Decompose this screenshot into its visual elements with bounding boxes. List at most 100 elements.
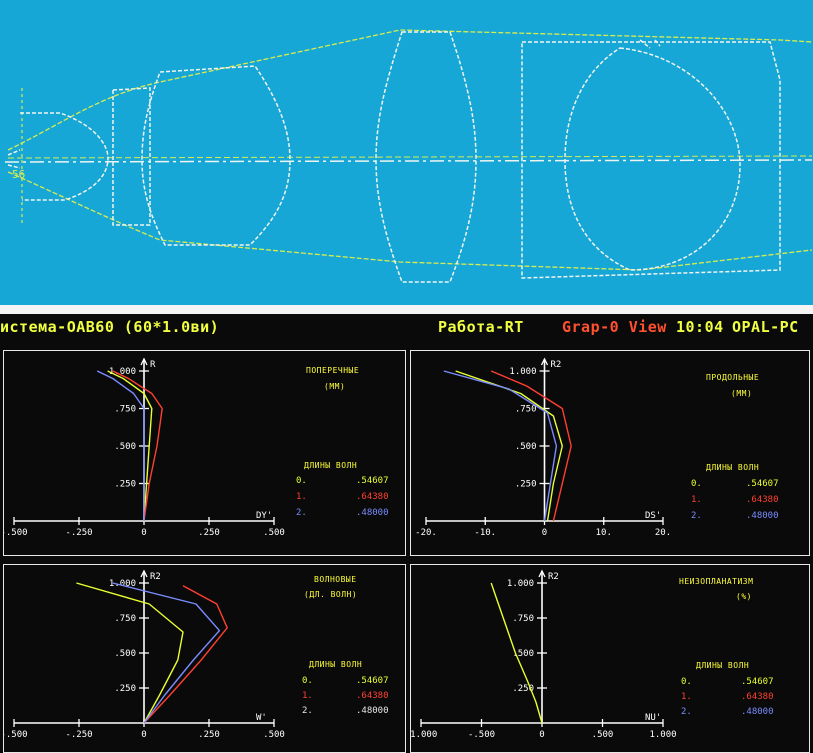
x-tick-label: 0 <box>141 730 146 740</box>
x-tick-label: -.500 <box>4 730 28 740</box>
lens-layout-drawing: 56 <box>4 29 813 283</box>
legend-value: .64380 <box>356 492 389 502</box>
legend-value: .64380 <box>741 692 774 702</box>
y-tick-label: 1.000 <box>509 367 536 377</box>
x-tick-label: .500 <box>263 528 285 538</box>
chart-units: (ММ) <box>324 382 346 391</box>
chart-title: ВОЛНОВЫЕ <box>314 575 357 584</box>
chart-units: (ММ) <box>731 389 753 398</box>
legend-index: 0. <box>302 676 313 686</box>
lens-element-1 <box>20 112 109 201</box>
y-tick-label: 1.000 <box>507 579 534 589</box>
x-tick-label: 0 <box>539 730 544 740</box>
wavelength-legend-title: ДЛИНЫ ВОЛН <box>706 463 760 472</box>
photo-divider <box>0 305 813 314</box>
x-tick-label: .500 <box>263 730 285 740</box>
lens-element-5-marker <box>639 39 661 49</box>
lens-element-2 <box>112 87 151 226</box>
nonisoplanatism-panel: R2NU'.250.500.7501.000-1.000-.5000.5001.… <box>410 564 810 753</box>
legend-index: 1. <box>691 495 702 505</box>
legend-value: .54607 <box>356 476 389 486</box>
x-tick-label: 20. <box>655 528 671 538</box>
mode-label: Работа-RT <box>438 318 524 336</box>
legend-index: 1. <box>681 692 692 702</box>
clock: 10:04 <box>676 318 724 336</box>
y-axis-label: R <box>150 360 156 370</box>
legend-index: 2. <box>302 706 313 716</box>
wave-aberration-panel: R2W'.250.500.7501.000-.500-.2500.250.500… <box>3 564 406 753</box>
wavelength-legend-title: ДЛИНЫ ВОЛН <box>304 461 358 470</box>
legend-value: .54607 <box>746 479 779 489</box>
y-tick-label: .750 <box>512 614 534 624</box>
x-axis-label: DS' <box>645 511 661 521</box>
optical-axis <box>4 159 813 163</box>
legend-index: 2. <box>296 508 307 518</box>
opal-console: истема-ОАВ60 (60*1.0ви) Работа-RT Grap-0… <box>0 314 813 753</box>
field-label: 56 <box>12 168 25 181</box>
x-tick-label: .250 <box>198 528 220 538</box>
y-axis-label: R2 <box>551 360 562 370</box>
x-tick-label: 10. <box>596 528 612 538</box>
y-tick-label: .750 <box>515 405 537 415</box>
legend-value: .64380 <box>746 495 779 505</box>
y-tick-label: .500 <box>114 442 136 452</box>
x-tick-label: -10. <box>474 528 496 538</box>
lens-layout-panel: 56 <box>0 0 813 305</box>
y-axis-label: R2 <box>150 572 161 582</box>
x-tick-label: 1.000 <box>649 730 676 740</box>
app-name: OPAL-PC <box>732 318 799 336</box>
y-tick-label: .500 <box>114 649 136 659</box>
legend-index: 2. <box>681 707 692 717</box>
y-tick-label: .750 <box>114 405 136 415</box>
legend-value: .48000 <box>356 706 389 716</box>
legend-value: .54607 <box>356 676 389 686</box>
x-tick-label: 0 <box>141 528 146 538</box>
x-tick-label: .250 <box>198 730 220 740</box>
x-tick-label: -.500 <box>4 528 28 538</box>
legend-value: .48000 <box>741 707 774 717</box>
object-marker <box>7 149 21 169</box>
x-tick-label: -1.000 <box>411 730 437 740</box>
x-tick-label: -.500 <box>468 730 495 740</box>
ray-marginal <box>7 155 813 159</box>
legend-index: 2. <box>691 511 702 521</box>
legend-value: .48000 <box>746 511 779 521</box>
legend-value: .64380 <box>356 691 389 701</box>
legend-index: 1. <box>302 691 313 701</box>
legend-index: 0. <box>681 677 692 687</box>
lens-element-3 <box>141 65 291 246</box>
chart-title: ПРОДОЛЬНЫЕ <box>706 373 760 382</box>
legend-value: .54607 <box>741 677 774 687</box>
longitudinal-aberration-panel: R2 DS' .250 .500 .750 1.000 -20. -10. 0 10. 20. ПР… <box>410 350 810 556</box>
wavelength-legend-title: ДЛИНЫ ВОЛН <box>309 660 363 669</box>
chart-units: (%) <box>736 592 752 601</box>
lens-element-5-surface <box>564 47 741 271</box>
wavelength-legend-title: ДЛИНЫ ВОЛН <box>696 661 750 670</box>
legend-index: 1. <box>296 492 307 502</box>
ray-envelope-lower <box>7 171 813 271</box>
y-tick-label: .500 <box>515 442 537 452</box>
y-tick-label: .250 <box>114 480 136 490</box>
legend-index: 0. <box>691 479 702 489</box>
y-tick-label: .750 <box>114 614 136 624</box>
system-title: истема-ОАВ60 (60*1.0ви) <box>0 318 220 336</box>
y-axis-label: R2 <box>548 572 559 582</box>
x-tick-label: .500 <box>592 730 614 740</box>
x-tick-label: -20. <box>415 528 437 538</box>
graph-view-label: Grap-0 View <box>562 318 667 336</box>
y-tick-label: .250 <box>515 480 537 490</box>
series-line <box>143 585 228 724</box>
ray-envelope-upper <box>7 29 813 151</box>
y-tick-label: .250 <box>114 684 136 694</box>
transverse-aberration-panel: RDY'.250.500.7501.000-.500-.2500.250.500… <box>3 350 406 556</box>
x-axis-label: DY' <box>256 511 272 521</box>
chart-title: ПОПЕРЕЧНЫЕ <box>306 366 360 375</box>
x-tick-label: 0 <box>542 528 547 538</box>
chart-title: НЕИЗОПЛАНАТИЗМ <box>679 577 754 586</box>
legend-index: 0. <box>296 476 307 486</box>
legend-value: .48000 <box>356 508 389 518</box>
x-tick-label: -.250 <box>65 730 92 740</box>
chart-units: (ДЛ. ВОЛН) <box>304 590 358 599</box>
x-axis-label: NU' <box>645 713 661 723</box>
x-tick-label: -.250 <box>65 528 92 538</box>
